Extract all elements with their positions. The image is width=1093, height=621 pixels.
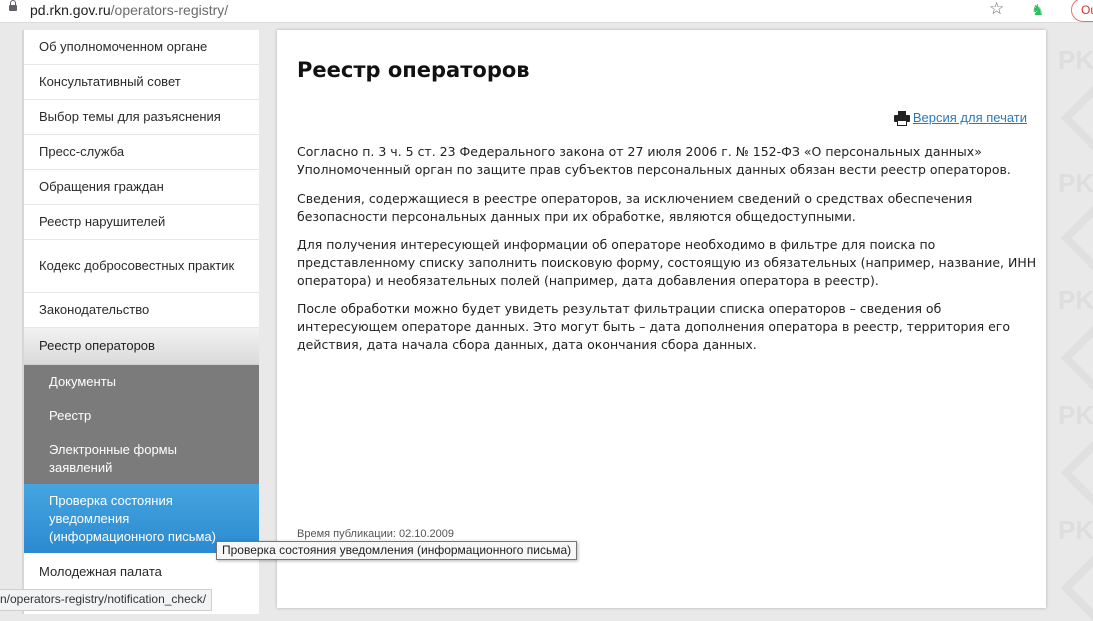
watermark-logo-icon xyxy=(1060,85,1093,151)
browser-address-bar: pd.rkn.gov.ru/operators-registry/ ☆ ♞ Ou xyxy=(0,0,1093,23)
browser-status-url: n/operators-registry/notification_check/ xyxy=(0,589,213,611)
url-host: pd.rkn.gov.ru xyxy=(30,2,111,18)
sidebar-item-good-practice-code[interactable]: Кодекс добросовестных практик xyxy=(24,240,259,293)
sidebar-item-authority[interactable]: Об уполномоченном органе xyxy=(24,30,259,65)
sidebar-subitem-electronic-forms[interactable]: Электронные формы заявлений xyxy=(24,433,259,484)
publication-time: Время публикации: 02.10.2009 xyxy=(297,528,455,540)
evernote-extension-icon[interactable]: ♞ xyxy=(1031,1,1044,19)
paragraph-filter-result: После обработки можно будет увидеть резу… xyxy=(297,301,1011,352)
link-tooltip: Проверка состояния уведомления (информац… xyxy=(216,541,578,560)
profile-button[interactable]: Ou xyxy=(1071,0,1093,22)
sidebar-subitem-registry[interactable]: Реестр xyxy=(24,399,259,433)
paragraph-law-reference: Согласно п. 3 ч. 5 ст. 23 Федерального з… xyxy=(297,144,1011,177)
watermark-logo-icon xyxy=(1060,205,1093,271)
sidebar-item-operators-registry[interactable]: Реестр операторов xyxy=(24,328,259,365)
sidebar-item-legislation[interactable]: Законодательство xyxy=(24,293,259,328)
sidebar-item-topic-choice[interactable]: Выбор темы для разъяснения xyxy=(24,100,259,135)
print-version[interactable]: Версия для печати xyxy=(893,109,1027,127)
watermark-logo-icon xyxy=(1060,555,1093,621)
sidebar-item-press[interactable]: Пресс-служба xyxy=(24,135,259,170)
lock-icon[interactable] xyxy=(9,0,17,11)
paragraph-search-instructions: Для получения интересующей информации об… xyxy=(297,237,1037,288)
bookmark-star-icon[interactable]: ☆ xyxy=(989,0,1004,19)
sidebar-item-violators-registry[interactable]: Реестр нарушителей xyxy=(24,205,259,240)
watermark-text: PKI xyxy=(1058,45,1093,75)
watermark-text: PKI xyxy=(1058,168,1093,198)
printer-icon[interactable] xyxy=(893,110,910,126)
content-panel: Реестр операторов Версия для печати Согл… xyxy=(277,30,1046,608)
page-title: Реестр операторов xyxy=(297,58,530,82)
sidebar-item-appeals[interactable]: Обращения граждан xyxy=(24,170,259,205)
print-version-link[interactable]: Версия для печати xyxy=(913,109,1027,127)
paragraph-public-info: Сведения, содержащиеся в реестре операто… xyxy=(297,191,973,224)
watermark-logo-icon xyxy=(1060,325,1093,391)
watermark-logo-icon xyxy=(1060,440,1093,506)
sidebar-subitem-documents[interactable]: Документы xyxy=(24,365,259,399)
sidebar-menu: Об уполномоченном органе Консультативный… xyxy=(24,30,259,614)
url-path: /operators-registry/ xyxy=(110,2,229,18)
sidebar-item-advisory-council[interactable]: Консультативный совет xyxy=(24,65,259,100)
watermark-text: PKI xyxy=(1058,285,1093,315)
watermark-text: PKI xyxy=(1058,400,1093,430)
watermark-text: PKI xyxy=(1058,515,1093,545)
url-field[interactable]: pd.rkn.gov.ru/operators-registry/ xyxy=(30,0,228,20)
